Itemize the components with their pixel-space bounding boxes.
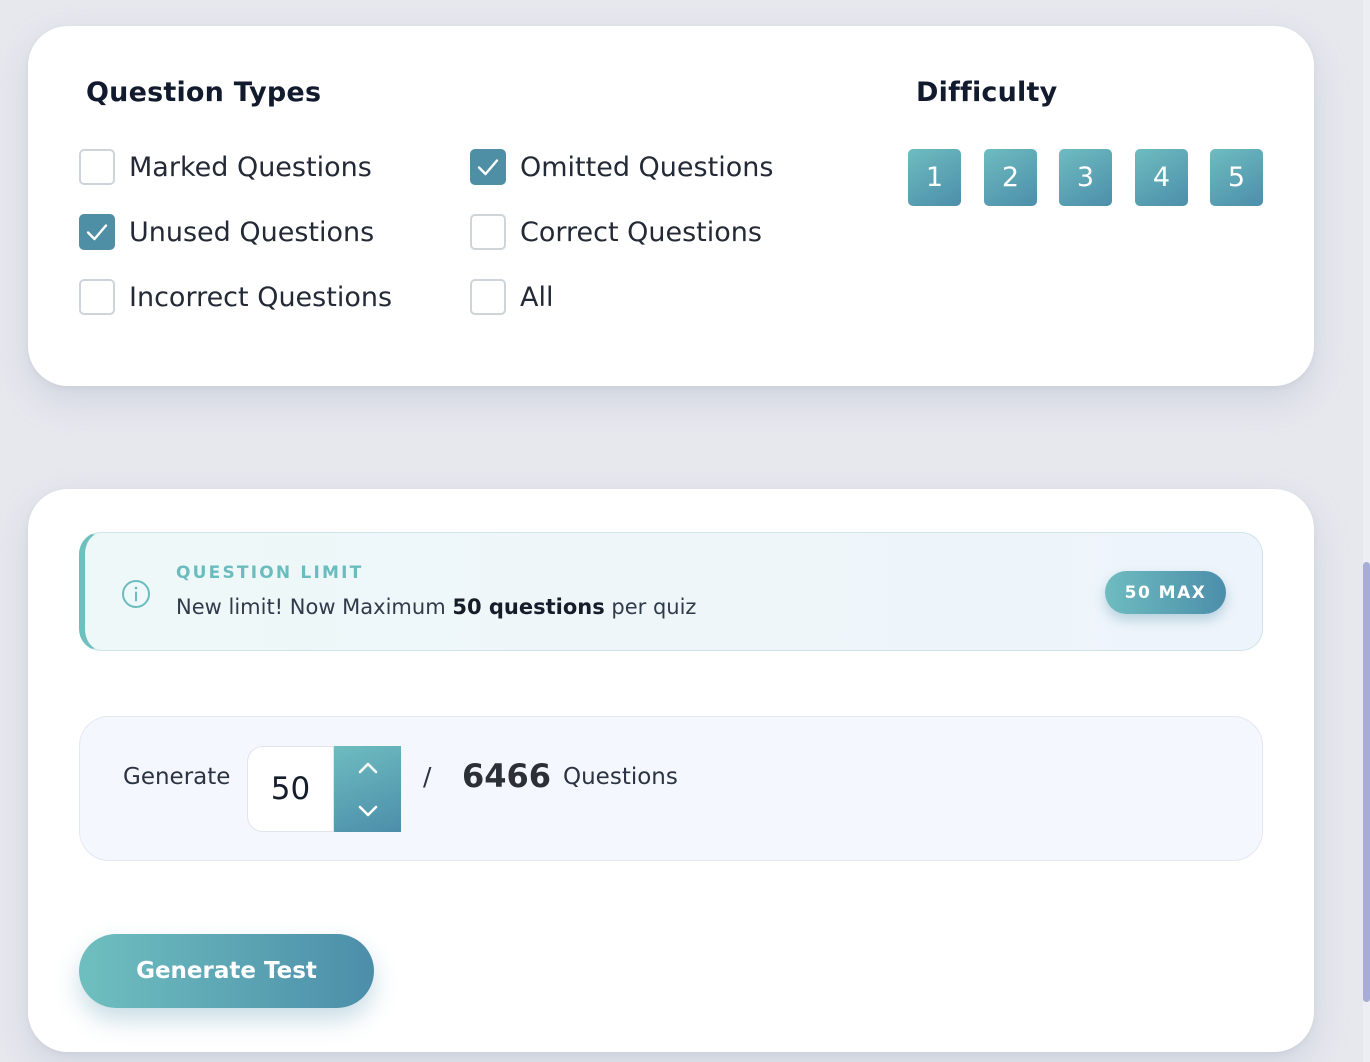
- check-icon: [477, 159, 499, 176]
- option-all[interactable]: All: [470, 278, 553, 316]
- checkbox[interactable]: [470, 214, 506, 250]
- generate-label: Generate: [123, 764, 231, 790]
- checkbox[interactable]: [470, 279, 506, 315]
- difficulty-button-5[interactable]: 5: [1210, 149, 1263, 206]
- option-correct-questions[interactable]: Correct Questions: [470, 213, 762, 251]
- generate-test-button[interactable]: Generate Test: [79, 934, 374, 1008]
- checkbox-checked[interactable]: [470, 149, 506, 185]
- option-incorrect-questions[interactable]: Incorrect Questions: [79, 278, 392, 316]
- increment-button[interactable]: [334, 746, 401, 789]
- scrollbar-thumb[interactable]: [1363, 562, 1370, 1002]
- notice-text-suffix: per quiz: [604, 595, 697, 619]
- checkbox[interactable]: [79, 279, 115, 315]
- chevron-up-icon: [358, 762, 377, 773]
- notice-text-prefix: New limit! Now Maximum: [176, 595, 453, 619]
- option-omitted-questions[interactable]: Omitted Questions: [470, 148, 773, 186]
- decrement-button[interactable]: [334, 789, 401, 832]
- question-limit-notice: QUESTION LIMIT New limit! Now Maximum 50…: [79, 532, 1263, 651]
- question-types-heading: Question Types: [86, 77, 322, 108]
- option-label: Omitted Questions: [520, 151, 774, 183]
- total-questions-count: 6466: [462, 757, 552, 795]
- separator: /: [423, 762, 432, 791]
- filters-card: Question Types Difficulty Marked Questio…: [28, 26, 1314, 386]
- difficulty-heading: Difficulty: [916, 77, 1058, 108]
- questions-label: Questions: [563, 764, 678, 790]
- info-icon: [122, 580, 150, 608]
- difficulty-button-4[interactable]: 4: [1135, 149, 1188, 206]
- check-icon: [86, 224, 108, 241]
- option-unused-questions[interactable]: Unused Questions: [79, 213, 374, 251]
- generate-card: QUESTION LIMIT New limit! Now Maximum 50…: [28, 489, 1314, 1052]
- quantity-input[interactable]: 50: [247, 746, 334, 832]
- option-label: Correct Questions: [520, 216, 762, 248]
- difficulty-button-1[interactable]: 1: [908, 149, 961, 206]
- difficulty-button-3[interactable]: 3: [1059, 149, 1112, 206]
- option-label: All: [520, 281, 554, 313]
- notice-title: QUESTION LIMIT: [176, 563, 364, 583]
- option-label: Incorrect Questions: [129, 281, 393, 313]
- notice-text-bold: 50 questions: [452, 595, 605, 619]
- option-label: Marked Questions: [129, 151, 372, 183]
- max-badge: 50 MAX: [1105, 571, 1226, 614]
- quantity-stepper: [334, 746, 401, 832]
- option-marked-questions[interactable]: Marked Questions: [79, 148, 372, 186]
- option-label: Unused Questions: [129, 216, 375, 248]
- generate-count-panel: Generate 50 / 6466 Questions: [79, 716, 1263, 861]
- chevron-down-icon: [358, 805, 377, 816]
- notice-text: New limit! Now Maximum 50 questions per …: [176, 595, 696, 619]
- difficulty-button-2[interactable]: 2: [984, 149, 1037, 206]
- checkbox[interactable]: [79, 149, 115, 185]
- checkbox-checked[interactable]: [79, 214, 115, 250]
